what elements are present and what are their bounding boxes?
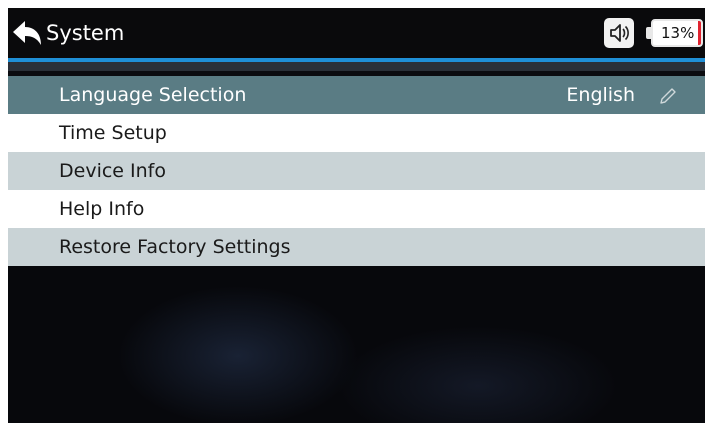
page-title: System [46, 21, 125, 45]
menu-item-label: Help Info [59, 198, 145, 220]
settings-menu: Language Selection English Time Setup De… [8, 76, 705, 266]
device-screen: System 13% Language Selection English Ti… [8, 8, 705, 423]
menu-item-restore-factory-settings[interactable]: Restore Factory Settings [8, 228, 705, 266]
language-value: English [566, 84, 635, 106]
menu-item-language-selection[interactable]: Language Selection English [8, 76, 705, 114]
background-area [8, 266, 705, 423]
menu-item-device-info[interactable]: Device Info [8, 152, 705, 190]
battery-percent: 13% [661, 24, 695, 42]
battery-level-fill [698, 21, 701, 45]
menu-item-label: Language Selection [59, 84, 247, 106]
pencil-icon[interactable] [657, 85, 679, 107]
battery-indicator: 13% [651, 19, 703, 47]
header-divider [8, 62, 705, 71]
sound-button[interactable] [604, 18, 634, 48]
menu-item-label: Restore Factory Settings [59, 236, 291, 258]
back-arrow-icon [13, 21, 41, 45]
device-frame: System 13% Language Selection English Ti… [0, 0, 709, 429]
menu-item-label: Device Info [59, 160, 166, 182]
speaker-icon [610, 24, 629, 42]
back-button[interactable] [10, 18, 44, 50]
menu-item-help-info[interactable]: Help Info [8, 190, 705, 228]
menu-item-label: Time Setup [59, 122, 167, 144]
menu-item-time-setup[interactable]: Time Setup [8, 114, 705, 152]
header-bar: System 13% [8, 8, 705, 58]
